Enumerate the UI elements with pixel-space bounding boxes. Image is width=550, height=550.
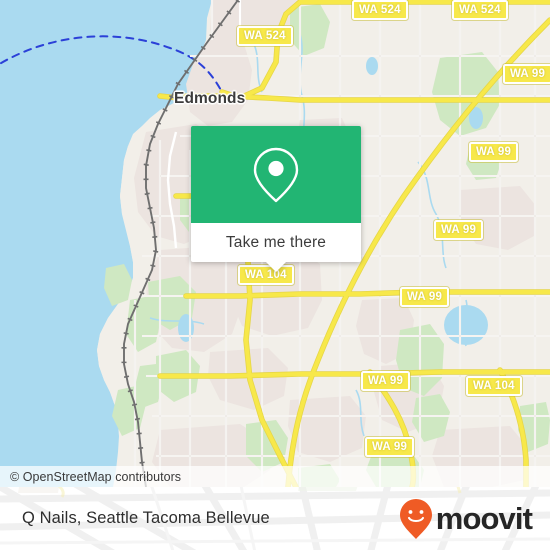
highway-shield: WA 524 bbox=[352, 0, 408, 20]
location-callout-card[interactable]: Take me there bbox=[191, 126, 361, 272]
map-pin-icon bbox=[253, 147, 299, 202]
highway-shield: WA 99 bbox=[365, 437, 415, 457]
osm-attribution-text: © OpenStreetMap contributors bbox=[10, 469, 182, 484]
footer-place-title: Q Nails, Seattle Tacoma Bellevue bbox=[22, 509, 270, 527]
footer-bar: Q Nails, Seattle Tacoma Bellevue moovit bbox=[0, 487, 550, 550]
osm-attribution[interactable]: © OpenStreetMap contributors bbox=[0, 466, 550, 487]
highway-shield: WA 99 bbox=[434, 220, 484, 240]
take-me-there-label: Take me there bbox=[225, 233, 327, 251]
moovit-brand[interactable]: moovit bbox=[399, 498, 533, 540]
highway-shield: WA 99 bbox=[361, 371, 411, 391]
highway-shield: WA 524 bbox=[452, 0, 508, 20]
callout-pointer-tail bbox=[265, 261, 287, 272]
moovit-smiley-pin-icon bbox=[399, 498, 432, 539]
highway-shield: WA 104 bbox=[466, 376, 522, 396]
highway-shield: WA 99 bbox=[503, 64, 550, 84]
map-screenshot: Edmonds WA 524 WA 524 WA 524 WA 99 WA 99 WA 9… bbox=[0, 0, 550, 550]
highway-shield: WA 99 bbox=[400, 287, 450, 307]
map-canvas[interactable]: Edmonds WA 524 WA 524 WA 524 WA 99 WA 99 WA 9… bbox=[0, 0, 550, 487]
highway-shield: WA 99 bbox=[469, 142, 519, 162]
callout-header bbox=[191, 126, 361, 223]
moovit-wordmark: moovit bbox=[435, 501, 533, 536]
highway-shield: WA 524 bbox=[237, 26, 293, 46]
callout-footer[interactable]: Take me there bbox=[191, 223, 361, 272]
